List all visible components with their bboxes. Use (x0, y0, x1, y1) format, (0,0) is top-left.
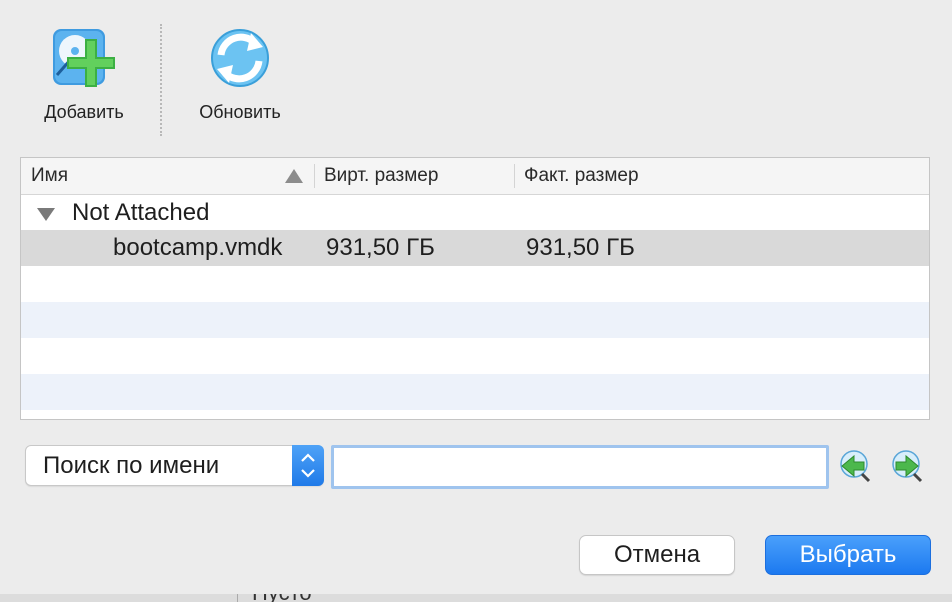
media-table[interactable]: Имя Вирт. размер Факт. размер Not Attach… (20, 157, 930, 420)
search-previous-icon (840, 450, 871, 483)
empty-row (21, 374, 929, 410)
search-mode-value: Поиск по имени (43, 452, 220, 479)
search-next-button[interactable] (888, 448, 924, 484)
actual-size: 931,50 ГБ (526, 234, 635, 261)
toolbar-separator (160, 24, 162, 136)
column-header-actual-size[interactable]: Факт. размер (524, 158, 639, 194)
table-header: Имя Вирт. размер Факт. размер (21, 158, 929, 195)
column-divider[interactable] (514, 164, 515, 188)
search-next-icon (892, 450, 923, 483)
background-divider (237, 594, 238, 602)
empty-row (21, 302, 929, 338)
column-header-name[interactable]: Имя (31, 158, 311, 194)
empty-row (21, 338, 929, 374)
cancel-button[interactable]: Отмена (579, 535, 735, 575)
refresh-icon (205, 18, 275, 98)
search-input[interactable] (331, 445, 829, 489)
add-disk-label: Добавить (44, 102, 124, 122)
background-peek-text: Пусто (252, 594, 312, 602)
group-label: Not Attached (72, 199, 210, 226)
refresh-button[interactable]: Обновить (188, 18, 292, 123)
empty-row (21, 410, 929, 419)
table-row[interactable]: bootcamp.vmdk 931,50 ГБ 931,50 ГБ (21, 230, 929, 266)
add-disk-button[interactable]: Добавить (32, 18, 136, 123)
background-window-strip: Пусто (0, 594, 952, 602)
empty-row (21, 266, 929, 302)
column-header-virtual-size[interactable]: Вирт. размер (324, 158, 438, 194)
group-row-not-attached[interactable]: Not Attached (21, 195, 929, 230)
choose-button[interactable]: Выбрать (765, 535, 931, 575)
virtual-size: 931,50 ГБ (326, 234, 435, 261)
search-previous-button[interactable] (836, 448, 872, 484)
column-divider[interactable] (314, 164, 315, 188)
sort-ascending-icon[interactable] (285, 169, 303, 183)
search-mode-select[interactable]: Поиск по имени (25, 445, 324, 486)
disk-name: bootcamp.vmdk (113, 234, 283, 261)
add-disk-icon (49, 18, 119, 98)
refresh-label: Обновить (199, 102, 281, 122)
disclosure-triangle-icon[interactable] (37, 208, 55, 221)
select-stepper-icon[interactable] (292, 445, 324, 486)
